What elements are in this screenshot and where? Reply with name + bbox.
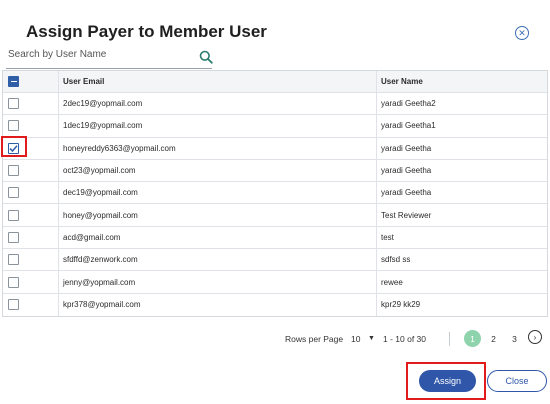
pager-divider: [449, 332, 450, 346]
user-name-cell: yaradi Geetha1: [381, 121, 436, 131]
search-icon[interactable]: [199, 50, 213, 64]
row-checkbox[interactable]: [8, 98, 19, 110]
close-icon[interactable]: ✕: [515, 26, 529, 40]
page-range-text: 1 - 10 of 30: [383, 334, 427, 344]
column-header-email[interactable]: User Email: [59, 71, 377, 92]
column-header-name[interactable]: User Name: [377, 71, 547, 92]
table-row[interactable]: honeyreddy6363@yopmail.com yaradi Geetha: [3, 137, 547, 160]
page-button-2[interactable]: 2: [485, 330, 502, 347]
table-row[interactable]: 2dec19@yopmail.com yaradi Geetha2: [3, 93, 547, 116]
user-email-cell: honey@yopmail.com: [59, 204, 377, 226]
close-button[interactable]: Close: [487, 370, 547, 392]
dialog-title: Assign Payer to Member User: [26, 22, 267, 41]
user-email-cell: dec19@yopmail.com: [59, 182, 377, 204]
select-all-checkbox[interactable]: [8, 76, 19, 87]
dropdown-caret-icon[interactable]: ▼: [368, 335, 375, 342]
user-name-cell: yaradi Geetha: [381, 143, 432, 153]
user-name-cell: sdfsd ss: [381, 255, 411, 265]
row-checkbox[interactable]: [8, 209, 19, 221]
user-email-cell: acd@gmail.com: [59, 226, 377, 249]
user-email-cell: oct23@yopmail.com: [59, 159, 377, 182]
search-field[interactable]: Search by User Name: [6, 47, 213, 69]
table-row[interactable]: 1dec19@yopmail.com yaradi Geetha1: [3, 115, 547, 138]
table-row[interactable]: acd@gmail.com test: [3, 226, 547, 250]
assign-button[interactable]: Assign: [419, 370, 476, 392]
user-table: User Email User Name 2dec19@yopmail.com y…: [2, 70, 548, 317]
user-email-cell: jenny@yopmail.com: [59, 271, 377, 293]
rows-per-page-select[interactable]: 10: [351, 334, 360, 344]
page-button-1[interactable]: 1: [464, 330, 481, 347]
user-name-cell: yaradi Geetha: [381, 166, 432, 176]
table-row[interactable]: honey@yopmail.com Test Reviewer: [3, 204, 547, 227]
row-checkbox[interactable]: [8, 187, 19, 199]
user-email-cell: 2dec19@yopmail.com: [59, 93, 377, 115]
row-checkbox[interactable]: [8, 165, 19, 177]
user-name-cell: test: [381, 232, 394, 242]
user-email-cell: sfdffd@zenwork.com: [59, 249, 377, 271]
user-name-cell: yaradi Geetha2: [381, 99, 436, 109]
user-email-cell: honeyreddy6363@yopmail.com: [59, 137, 377, 159]
pagination-bar: Rows per Page 10 ▼ 1 - 10 of 30 1 2 3 ›: [0, 329, 550, 349]
row-checkbox[interactable]: [8, 231, 19, 243]
row-checkbox[interactable]: [8, 299, 19, 311]
row-checkbox[interactable]: [8, 276, 19, 288]
table-row[interactable]: jenny@yopmail.com rewee: [3, 271, 547, 294]
user-name-cell: Test Reviewer: [381, 210, 432, 220]
table-row[interactable]: kpr378@yopmail.com kpr29 kk29: [3, 293, 547, 316]
table-row[interactable]: sfdffd@zenwork.com sdfsd ss: [3, 249, 547, 272]
user-name-cell: kpr29 kk29: [381, 300, 421, 310]
rows-per-page-label: Rows per Page: [285, 334, 344, 344]
page-button-3[interactable]: 3: [506, 330, 523, 347]
user-name-cell: rewee: [381, 277, 403, 287]
checkbox-highlight: [1, 136, 27, 157]
table-row[interactable]: dec19@yopmail.com yaradi Geetha: [3, 182, 547, 205]
user-name-cell: yaradi Geetha: [381, 188, 432, 198]
next-page-icon[interactable]: ›: [528, 330, 542, 344]
search-input[interactable]: Search by User Name: [8, 49, 188, 60]
row-checkbox[interactable]: [8, 120, 19, 132]
table-row[interactable]: oct23@yopmail.com yaradi Geetha: [3, 159, 547, 183]
row-checkbox[interactable]: [8, 254, 19, 266]
user-email-cell: kpr378@yopmail.com: [59, 293, 377, 316]
user-email-cell: 1dec19@yopmail.com: [59, 115, 377, 137]
table-header-row: User Email User Name: [3, 71, 547, 93]
